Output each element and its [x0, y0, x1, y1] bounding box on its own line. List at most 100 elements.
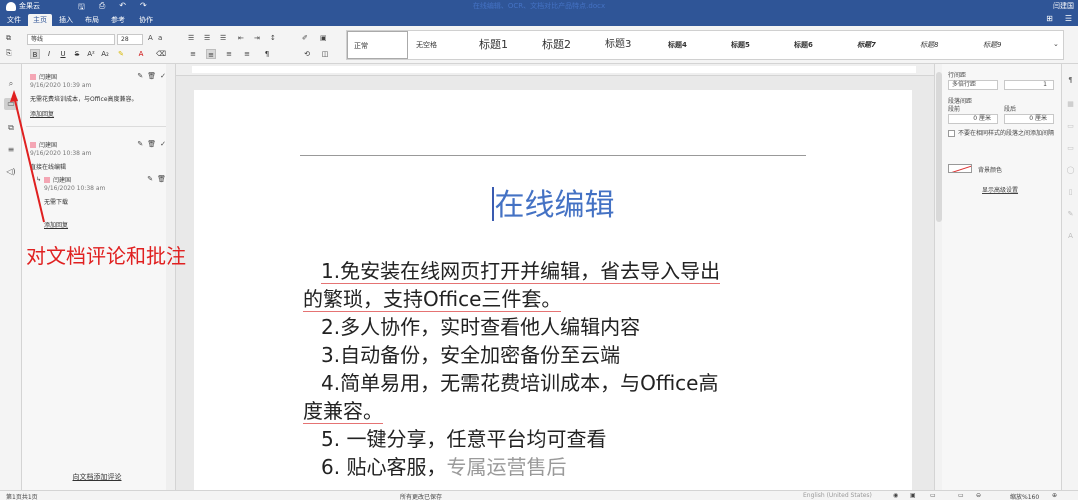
zoom-in-icon[interactable]: ⊕ [1052, 492, 1057, 499]
style-heading7[interactable]: 标题7 [851, 31, 912, 59]
select-all-icon[interactable]: ▣ [320, 34, 327, 42]
no-spacing-checkbox[interactable] [948, 130, 955, 137]
add-comment-link[interactable]: 向文档添加评论 [22, 472, 172, 482]
numbered-list-icon[interactable]: ☰ [204, 34, 210, 42]
paste-icon[interactable]: ⎘ [6, 49, 12, 58]
comment-reply[interactable]: ↳ 闫建国 9/16/2020 10:38 am 无需下载 ✎ 🗑 [36, 175, 166, 206]
format-painter-icon[interactable]: ✐ [302, 34, 308, 42]
delete-icon[interactable]: 🗑 [157, 175, 166, 183]
delete-icon[interactable]: 🗑 [147, 140, 156, 148]
tab-references[interactable]: 参考 [106, 14, 130, 26]
style-heading3[interactable]: 标题3 [599, 31, 660, 59]
fit-page-icon[interactable]: ▭ [930, 492, 936, 499]
superscript-button[interactable]: A² [86, 49, 96, 59]
subscript-button[interactable]: A₂ [100, 49, 110, 59]
zoom-level[interactable]: 缩放%160 [1010, 492, 1039, 500]
add-reply-link[interactable]: 添加回复 [30, 109, 166, 118]
chart-settings-icon[interactable]: ▯ [1066, 188, 1075, 197]
align-left-button[interactable]: ≡ [188, 49, 198, 59]
add-reply-link[interactable]: 添加回复 [30, 220, 166, 229]
clear-format-icon[interactable]: ⌫ [156, 49, 166, 59]
style-heading2[interactable]: 标题2 [536, 31, 597, 59]
copy-icon[interactable]: ⧉ [6, 34, 11, 43]
edit-icon[interactable]: ✎ [147, 175, 153, 183]
table-settings-icon[interactable]: ▦ [1066, 100, 1075, 109]
spellcheck-icon[interactable]: ◉ [893, 492, 898, 499]
style-no-spacing[interactable]: 无空格 [410, 31, 471, 59]
increase-indent-icon[interactable]: ⇥ [254, 34, 260, 42]
tab-file[interactable]: 文件 [2, 14, 26, 26]
style-heading6[interactable]: 标题6 [788, 31, 849, 59]
background-color-swatch[interactable] [948, 164, 972, 173]
style-heading5[interactable]: 标题5 [725, 31, 786, 59]
comment-item[interactable]: 闫建国 9/16/2020 10:39 am 无需花费培训成本，与Office高… [30, 72, 166, 118]
line-spacing-select[interactable]: 多倍行距 [948, 80, 998, 90]
strikethrough-button[interactable]: S [72, 49, 82, 59]
style-heading1[interactable]: 标题1 [473, 31, 534, 59]
language-indicator[interactable]: English (United States) [803, 492, 872, 499]
paragraph-mark-icon[interactable]: ¶ [262, 49, 272, 59]
paragraph-settings-icon[interactable]: ¶ [1066, 76, 1075, 85]
document-scrollbar[interactable] [934, 64, 942, 490]
copy-style-icon[interactable]: ⟲ [302, 49, 312, 59]
line-spacing-icon[interactable]: ↕ [270, 34, 276, 42]
comment-item[interactable]: 闫建国 9/16/2020 10:38 am 直接在线编辑 ✎ 🗑 ✓ [30, 140, 166, 171]
style-heading4[interactable]: 标题4 [662, 31, 723, 59]
tab-home[interactable]: 主页 [28, 14, 52, 26]
tab-layout[interactable]: 布局 [80, 14, 104, 26]
textart-settings-icon[interactable]: A [1066, 232, 1075, 241]
annotation-text: 对文档评论和批注 [26, 244, 186, 268]
style-heading9[interactable]: 标题9 [977, 31, 1038, 59]
shape-settings-icon[interactable]: ◯ [1066, 166, 1075, 175]
user-name[interactable]: 闫建国 [1053, 1, 1074, 11]
speaker-icon[interactable]: ◁) [4, 166, 18, 178]
signature-settings-icon[interactable]: ✎ [1066, 210, 1075, 219]
search-icon[interactable]: ⌕ [4, 78, 18, 90]
highlight-color-icon[interactable]: ✎ [116, 49, 126, 59]
bullet-list-icon[interactable]: ☰ [188, 34, 194, 42]
font-color-icon[interactable]: A [136, 49, 146, 59]
italic-button[interactable]: I [44, 49, 54, 59]
document-body[interactable]: 1.免安装在线网页打开并编辑，省去导入导出 的繁琐，支持Office三件套。 2… [303, 257, 808, 481]
edit-icon[interactable]: ✎ [137, 72, 143, 80]
spacing-after-input[interactable]: 0 厘米 [1004, 114, 1054, 124]
font-size-select[interactable]: 28 [117, 34, 143, 45]
image-settings-icon[interactable]: ▭ [1066, 122, 1075, 131]
menu-icon[interactable]: ☰ [1065, 14, 1072, 23]
bold-button[interactable]: B [30, 49, 40, 59]
align-center-button[interactable]: ≡ [206, 49, 216, 59]
document-page[interactable]: 在线编辑 1.免安装在线网页打开并编辑，省去导入导出 的繁琐，支持Office三… [194, 90, 912, 490]
track-changes-icon[interactable]: ▣ [910, 492, 916, 499]
page-counter: 第1页共1页 [6, 494, 38, 500]
chat-icon[interactable]: ⧉ [4, 122, 18, 134]
spacing-before-input[interactable]: 0 厘米 [948, 114, 998, 124]
shading-icon[interactable]: ◫ [320, 49, 330, 59]
zoom-out-icon[interactable]: ⊖ [976, 492, 981, 499]
save-status: 所有更改已保存 [400, 494, 443, 500]
underline-button[interactable]: U [58, 49, 68, 59]
document-heading[interactable]: 在线编辑 [194, 180, 912, 224]
edit-icon[interactable]: ✎ [137, 140, 143, 148]
line-spacing-value-input[interactable]: 1 [1004, 80, 1054, 90]
font-shrink-icon[interactable]: a [158, 34, 162, 42]
tab-insert[interactable]: 插入 [54, 14, 78, 26]
open-location-icon[interactable]: ⊞ [1046, 14, 1053, 23]
fit-width-icon[interactable]: ▭ [958, 492, 964, 499]
multilevel-list-icon[interactable]: ☰ [220, 34, 226, 42]
header-footer-icon[interactable]: ▭ [1066, 144, 1075, 153]
align-right-button[interactable]: ≡ [224, 49, 234, 59]
justify-button[interactable]: ≡ [242, 49, 252, 59]
style-heading8[interactable]: 标题8 [914, 31, 975, 59]
font-grow-icon[interactable]: A [148, 34, 153, 42]
style-gallery-expand-icon[interactable]: ⌄ [1053, 40, 1059, 48]
tab-collaborate[interactable]: 协作 [134, 14, 158, 26]
navigation-icon[interactable]: ≡ [4, 144, 18, 156]
delete-icon[interactable]: 🗑 [147, 72, 156, 80]
decrease-indent-icon[interactable]: ⇤ [238, 34, 244, 42]
show-advanced-settings-link[interactable]: 显示高级设置 [982, 185, 1018, 194]
right-sidebar: ¶ ▦ ▭ ▭ ◯ ▯ ✎ A [1062, 64, 1078, 490]
style-normal[interactable]: 正常 [347, 31, 408, 59]
reply-time: 9/16/2020 10:38 am [44, 185, 106, 192]
font-name-select[interactable]: 等线 [27, 34, 115, 45]
comments-icon[interactable]: ▭ [4, 98, 18, 110]
